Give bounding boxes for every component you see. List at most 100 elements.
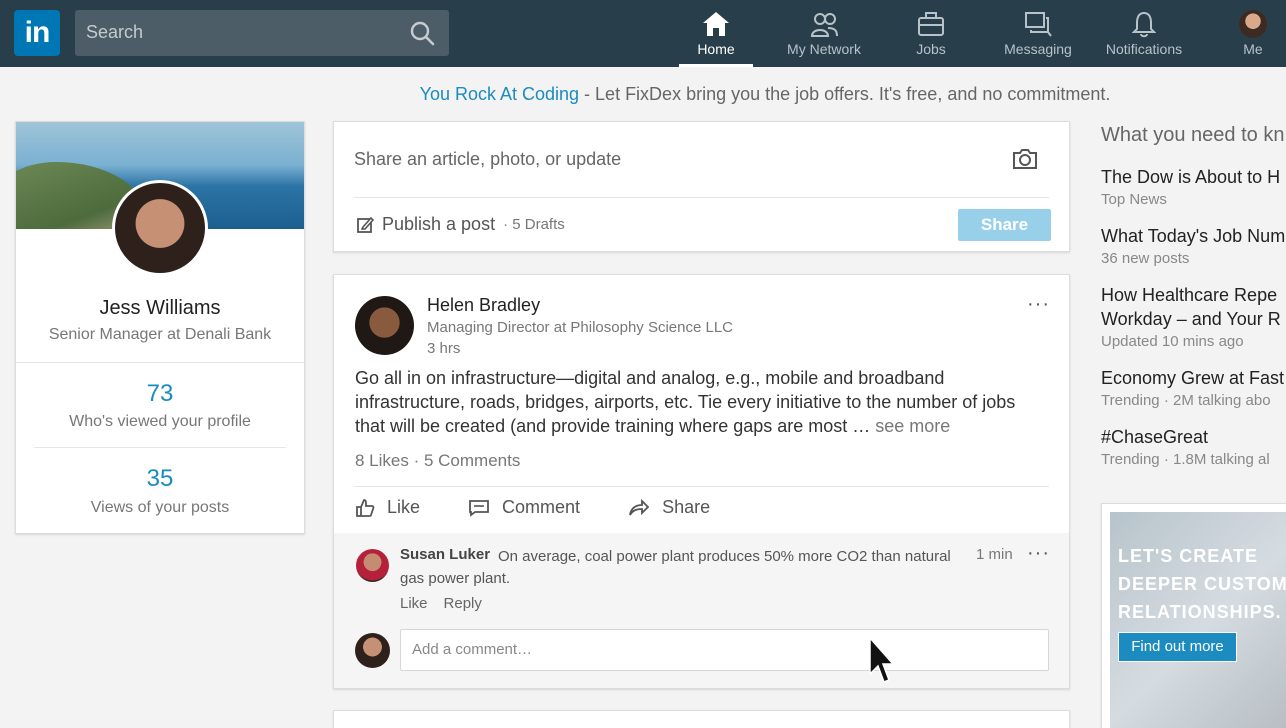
divider	[354, 197, 1049, 198]
profile-title: Senior Manager at Denali Bank	[48, 326, 272, 343]
news-subtitle: Top News	[1101, 191, 1167, 208]
news-item[interactable]: What Today's Job Num 36 new posts	[1101, 224, 1285, 267]
divider	[354, 486, 1049, 487]
promo-text: - Let FixDex bring you the job offers. I…	[579, 84, 1111, 104]
ad-line: RELATIONSHIPS.	[1118, 602, 1282, 622]
nav-jobs-label: Jobs	[916, 41, 946, 57]
nav-me[interactable]: Me	[1230, 8, 1276, 67]
ad-line: LET'S CREATE	[1118, 546, 1258, 566]
news-title: Economy Grew at Fast	[1101, 368, 1285, 388]
pencil-icon	[357, 216, 374, 233]
nav-messaging[interactable]: Messaging	[999, 8, 1077, 67]
post-stats[interactable]: 8 Likes · 5 Comments	[355, 451, 520, 471]
post-views-label[interactable]: Views of your posts	[16, 499, 304, 517]
messaging-icon	[1025, 12, 1052, 37]
post-body: Go all in on infrastructure—digital and …	[355, 366, 1035, 438]
see-more-link[interactable]: see more	[870, 416, 950, 436]
news-item[interactable]: The Dow is About to H Top News	[1101, 165, 1280, 208]
profile-avatar[interactable]	[112, 180, 208, 276]
profile-views-label[interactable]: Who's viewed your profile	[16, 413, 304, 431]
briefcase-icon	[918, 12, 944, 36]
share-arrow-icon	[629, 498, 650, 515]
news-item[interactable]: Economy Grew at Fast Trending · 2M talki…	[1101, 366, 1284, 409]
news-title: The Dow is About to H	[1101, 167, 1281, 187]
nav-jobs[interactable]: Jobs	[900, 8, 962, 67]
divider	[34, 447, 286, 448]
more-options-icon[interactable]: ···	[1027, 294, 1050, 314]
news-title-line2: Workday – and Your R	[1101, 309, 1281, 329]
ad-card[interactable]: LET'S CREATE DEEPER CUSTOM RELATIONSHIPS…	[1101, 503, 1286, 728]
nav-notifications[interactable]: Notifications	[1098, 8, 1190, 67]
avatar	[1239, 10, 1267, 38]
home-icon	[703, 12, 729, 36]
news-heading: What you need to kn	[1101, 124, 1285, 146]
comment-reply-link[interactable]: Reply	[444, 595, 482, 612]
publish-label: Publish a post	[382, 214, 496, 234]
nav-home[interactable]: Home	[679, 8, 753, 67]
news-subtitle: Updated 10 mins ago	[1101, 333, 1244, 350]
news-title: #ChaseGreat	[1101, 427, 1209, 447]
comment-more-icon[interactable]: ···	[1027, 543, 1050, 563]
nav-me-label: Me	[1243, 41, 1263, 57]
profile-views-count[interactable]: 73	[16, 380, 304, 408]
share-input[interactable]: Share an article, photo, or update	[354, 149, 621, 170]
news-subtitle: 36 new posts	[1101, 250, 1190, 267]
nav-home-label: Home	[697, 41, 735, 57]
author-title: Managing Director at Philosophy Science …	[427, 319, 733, 336]
ad-headline: LET'S CREATE DEEPER CUSTOM RELATIONSHIPS…	[1118, 542, 1286, 626]
bell-icon	[1131, 11, 1157, 38]
ad-line: DEEPER CUSTOM	[1118, 574, 1286, 594]
news-item[interactable]: #ChaseGreat Trending · 1.8M talking al	[1101, 425, 1270, 468]
thumbs-up-icon	[356, 498, 375, 517]
nav-notifications-label: Notifications	[1105, 41, 1183, 57]
news-title: What Today's Job Num	[1101, 226, 1286, 246]
profile-card: Jess Williams Senior Manager at Denali B…	[15, 121, 305, 534]
comments-section: On average, coal power plant produces 50…	[334, 533, 1069, 688]
find-out-more-button[interactable]: Find out more	[1118, 632, 1237, 662]
news-subtitle: Trending · 1.8M talking al	[1101, 451, 1270, 468]
post-actions: Like Comment Share	[355, 497, 758, 518]
share-button[interactable]: Share	[958, 209, 1051, 241]
comment-time: 1 min	[976, 546, 1013, 563]
divider	[16, 362, 304, 363]
commenter-name[interactable]: Susan Luker	[400, 546, 490, 563]
top-nav: in Search Home My Network Jobs Messaging…	[0, 0, 1286, 67]
author-name[interactable]: Helen Bradley	[427, 295, 540, 316]
like-label: Like	[387, 497, 421, 517]
share-post-button[interactable]: Share	[628, 497, 710, 518]
commenter-avatar[interactable]	[356, 549, 389, 582]
profile-name[interactable]: Jess Williams	[16, 297, 304, 320]
search-icon[interactable]	[409, 20, 435, 46]
linkedin-logo[interactable]: in	[14, 10, 60, 56]
nav-my-network[interactable]: My Network	[780, 8, 868, 67]
promo-banner: You Rock At Coding - Let FixDex bring yo…	[0, 84, 1286, 105]
post-views-count[interactable]: 35	[16, 465, 304, 493]
next-feed-card	[333, 710, 1070, 728]
camera-icon[interactable]	[1011, 147, 1039, 171]
news-title: How Healthcare Repe	[1101, 285, 1278, 305]
news-item[interactable]: How Healthcare Repe Workday – and Your R…	[1101, 283, 1281, 350]
current-user-avatar	[355, 633, 390, 668]
drafts-count[interactable]: · 5 Drafts	[503, 216, 565, 233]
nav-messaging-label: Messaging	[1004, 41, 1072, 57]
comment-actions: Like Reply	[400, 595, 482, 612]
share-post-label: Share	[662, 497, 711, 517]
search-input[interactable]: Search	[75, 10, 449, 56]
network-icon	[810, 13, 838, 37]
feed-post: Helen Bradley Managing Director at Philo…	[333, 274, 1070, 689]
comment-icon	[469, 499, 489, 517]
comment-like-link[interactable]: Like	[400, 595, 428, 612]
share-box: Share an article, photo, or update Publi…	[333, 121, 1070, 252]
mouse-cursor-icon	[869, 636, 894, 683]
author-avatar[interactable]	[355, 296, 414, 355]
search-placeholder: Search	[86, 22, 144, 42]
news-subtitle: Trending · 2M talking abo	[1101, 392, 1271, 409]
post-time: 3 hrs	[427, 340, 461, 357]
comment-button[interactable]: Comment	[468, 497, 580, 518]
comment-label: Comment	[502, 497, 581, 517]
nav-my-network-label: My Network	[787, 41, 861, 57]
like-button[interactable]: Like	[355, 497, 420, 518]
promo-link[interactable]: You Rock At Coding	[420, 84, 579, 104]
add-comment-input[interactable]: Add a comment…	[400, 629, 1049, 671]
publish-post-link[interactable]: Publish a post · 5 Drafts	[356, 214, 565, 235]
